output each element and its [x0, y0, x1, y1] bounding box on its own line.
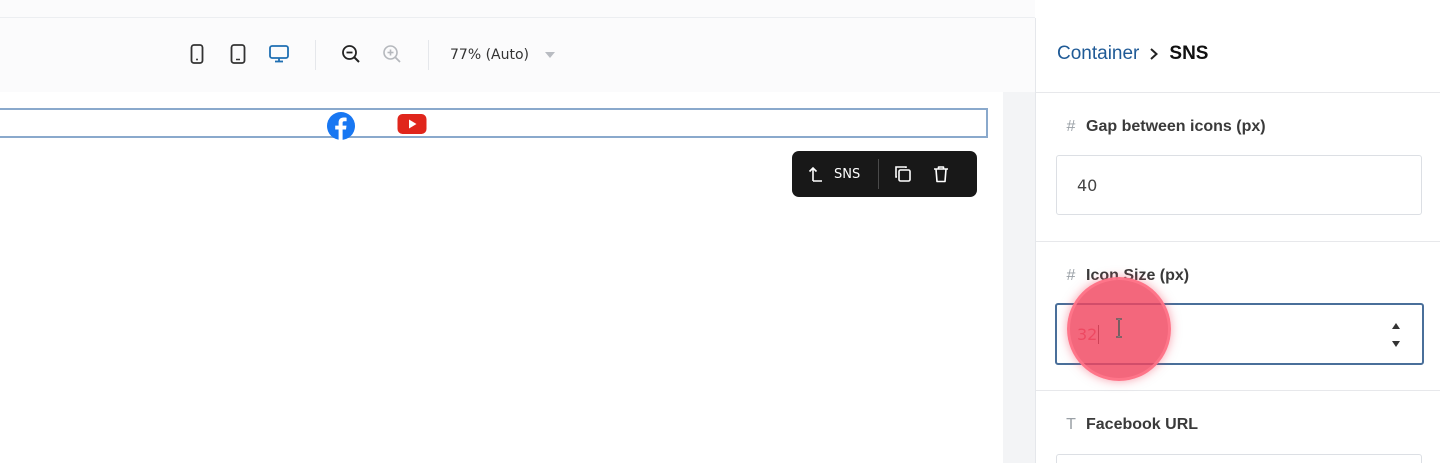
icon-size-field-label: # Icon Size (px): [1064, 267, 1190, 285]
text-caret: [1098, 324, 1100, 344]
gap-field-label: # Gap between icons (px): [1064, 118, 1266, 136]
desktop-view-button[interactable]: [265, 40, 293, 68]
gap-input[interactable]: 40: [1056, 155, 1422, 215]
stepper-down-icon[interactable]: [1392, 341, 1400, 347]
toolbar-divider: [428, 40, 429, 70]
breadcrumb: Container SNS: [1057, 43, 1208, 65]
tablet-icon: [230, 44, 246, 64]
divider: [1036, 92, 1440, 93]
select-parent-button[interactable]: SNS: [792, 151, 872, 197]
breadcrumb-parent-link[interactable]: Container: [1057, 43, 1139, 65]
stepper-up-icon[interactable]: [1392, 323, 1400, 329]
element-floating-toolbar: SNS: [792, 151, 977, 197]
facebook-link[interactable]: [326, 111, 356, 141]
page-canvas[interactable]: SNS: [0, 92, 1003, 463]
number-stepper[interactable]: [1390, 323, 1402, 347]
hash-icon: #: [1066, 267, 1076, 284]
copy-icon: [895, 166, 912, 182]
top-strip: [0, 0, 1035, 18]
youtube-link[interactable]: [397, 111, 427, 137]
chevron-down-icon[interactable]: [545, 52, 555, 58]
breadcrumb-current: SNS: [1169, 43, 1209, 64]
panel-top-strip: [1036, 0, 1440, 18]
app-window: 77% (Auto) SNS Container SNS # Gap betwe…: [0, 0, 1440, 463]
hash-icon: #: [1066, 118, 1076, 135]
desktop-icon: [269, 45, 289, 63]
mobile-icon: [190, 44, 204, 64]
icon-size-input-value: 32: [1077, 324, 1098, 344]
zoom-out-button[interactable]: [337, 40, 365, 68]
select-parent-label: SNS: [834, 166, 861, 182]
delete-button[interactable]: [921, 151, 961, 197]
divider: [1036, 241, 1440, 242]
zoom-in-button[interactable]: [378, 40, 406, 68]
properties-panel: Container SNS # Gap between icons (px) 4…: [1035, 0, 1440, 463]
facebook-url-input[interactable]: [1056, 454, 1422, 463]
facebook-url-field-label: T Facebook URL: [1064, 416, 1198, 434]
mobile-view-button[interactable]: [183, 40, 211, 68]
arrow-up-left-icon: [808, 166, 822, 182]
icon-size-input[interactable]: 32: [1055, 303, 1424, 365]
toolbar-divider: [315, 40, 316, 70]
icon-size-label-text: Icon Size (px): [1086, 267, 1190, 284]
tablet-view-button[interactable]: [224, 40, 252, 68]
trash-icon: [934, 166, 949, 183]
youtube-icon: [397, 114, 427, 134]
text-type-icon: T: [1066, 416, 1076, 433]
canvas-scroll-gutter: [1003, 92, 1035, 463]
canvas-toolbar: 77% (Auto): [0, 18, 1035, 92]
gap-label-text: Gap between icons (px): [1086, 118, 1266, 135]
sns-block[interactable]: [0, 108, 988, 141]
toolbar-divider: [878, 159, 880, 189]
gap-input-value: 40: [1077, 175, 1098, 195]
zoom-level-select[interactable]: 77% (Auto): [450, 47, 529, 63]
zoom-out-icon: [342, 45, 360, 63]
editor-area: 77% (Auto) SNS: [0, 18, 1035, 463]
duplicate-button[interactable]: [885, 151, 921, 197]
facebook-url-label-text: Facebook URL: [1086, 416, 1199, 433]
divider: [1036, 390, 1440, 391]
chevron-right-icon: [1149, 47, 1159, 61]
zoom-in-icon: [383, 45, 401, 63]
facebook-icon: [327, 112, 355, 140]
